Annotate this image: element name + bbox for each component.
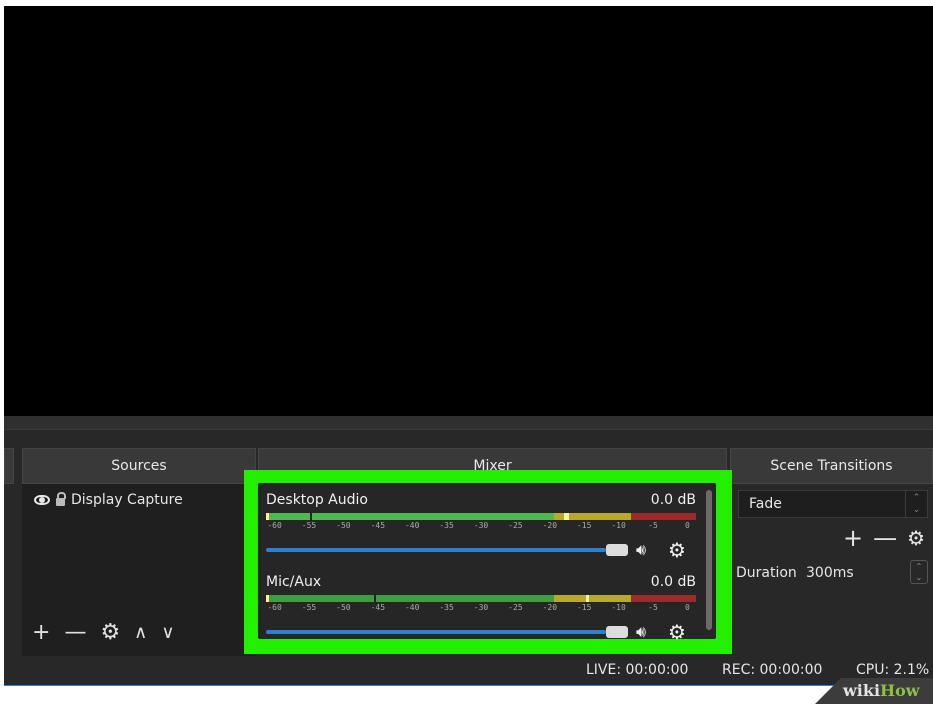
mixer-track-desktop-audio: Desktop Audio 0.0 dB -60 -55 -50 -45 -40 -35-…: [266, 491, 696, 561]
remove-transition-button[interactable]: —: [873, 526, 897, 550]
track-db: 0.0 dB: [650, 492, 696, 508]
gear-icon[interactable]: ⚙: [668, 540, 688, 560]
duration-row: Duration 300ms ⌃ ⌄: [736, 560, 928, 586]
scale-label: -50: [336, 603, 351, 612]
scale-label: -15: [576, 521, 592, 530]
gear-icon[interactable]: ⚙: [668, 622, 688, 642]
transition-selected-value: Fade: [749, 496, 782, 512]
move-up-button[interactable]: ∧: [134, 624, 147, 642]
audio-mixer: Desktop Audio 0.0 dB -60 -55 -50 -45 -40 -35-…: [258, 483, 716, 642]
status-bar: LIVE: 00:00:00 REC: 00:00:00 CPU: 2.1%: [4, 656, 933, 686]
add-transition-button[interactable]: +: [843, 526, 863, 550]
volume-slider[interactable]: [266, 548, 606, 552]
track-name: Mic/Aux: [266, 574, 322, 590]
duration-spinner-icon[interactable]: ⌃ ⌄: [910, 560, 928, 584]
scale-label: -40: [404, 603, 420, 612]
select-arrows-icon: ⌃ ⌄: [905, 491, 927, 517]
scale-label: -25: [508, 521, 523, 530]
scale-label: 0: [684, 521, 690, 530]
duration-label: Duration: [736, 565, 797, 581]
scale-label: -45: [370, 521, 386, 530]
duration-input[interactable]: 300ms: [806, 560, 854, 586]
track-db: 0.0 dB: [650, 574, 696, 590]
scale-label: -35: [439, 603, 454, 612]
source-item-display-capture[interactable]: Display Capture: [34, 491, 183, 508]
sources-toolbar: + — ⚙ ∧ ∨: [32, 622, 175, 644]
transitions-dock-title: Scene Transitions: [730, 448, 933, 484]
scale-label: -15: [576, 603, 592, 612]
speaker-icon[interactable]: 🔊︎: [636, 541, 658, 559]
eye-icon[interactable]: [34, 495, 50, 505]
scale-label: -20: [542, 603, 558, 612]
volume-slider-handle[interactable]: [606, 626, 628, 638]
scale-label: -5: [648, 603, 658, 612]
scale-label: -30: [473, 521, 489, 530]
scale-label: -40: [404, 521, 420, 530]
volume-slider[interactable]: [266, 630, 606, 634]
scale-label: -45: [370, 603, 386, 612]
remove-source-button[interactable]: —: [64, 622, 86, 644]
scale-label: -10: [611, 603, 626, 612]
meter-scale: -60 -55 -50 -45 -40 -35 -30 -25 -20 -15 -10 -5 0: [266, 603, 696, 617]
transitions-toolbar: + — ⚙: [843, 526, 925, 550]
mixer-scrollbar[interactable]: [706, 490, 712, 630]
scale-label: -10: [611, 521, 626, 530]
sources-dock-title: Sources: [22, 448, 256, 484]
rec-timer: REC: 00:00:00: [722, 662, 823, 678]
lock-icon[interactable]: [56, 491, 66, 507]
volume-meter: [266, 512, 696, 521]
volume-slider-handle[interactable]: [606, 544, 628, 556]
live-timer: LIVE: 00:00:00: [586, 662, 689, 678]
cpu-usage: CPU: 2.1%: [856, 662, 930, 678]
add-source-button[interactable]: +: [32, 622, 50, 644]
scale-label: -25: [508, 603, 523, 612]
scale-label: 0: [684, 603, 690, 612]
track-name: Desktop Audio: [266, 492, 368, 508]
scale-label: -20: [542, 521, 558, 530]
source-properties-gear-icon[interactable]: ⚙: [100, 622, 120, 644]
scale-label: -50: [336, 521, 351, 530]
mixer-track-mic-aux: Mic/Aux 0.0 dB -60 -55 -50 -45 -40 -35 -30 -25-…: [266, 573, 696, 643]
scale-label: -55: [301, 521, 317, 530]
scene-transitions-panel: Fade ⌃ ⌄ + — ⚙ Duration 300ms ⌃ ⌄: [730, 484, 933, 656]
transition-select[interactable]: Fade ⌃ ⌄: [738, 490, 928, 518]
transition-gear-icon[interactable]: ⚙: [907, 528, 925, 548]
scenes-dock-header-stub: [4, 448, 14, 484]
scale-label: -35: [439, 521, 454, 530]
scale-label: -60: [267, 521, 282, 530]
scale-label: -30: [473, 603, 489, 612]
sources-list: Display Capture + — ⚙ ∧ ∨: [22, 484, 256, 656]
meter-scale: -60 -55 -50 -45 -40 -35 -30 -25 -20 -15 -10 -5 0: [266, 521, 696, 535]
dock-splitter[interactable]: [4, 416, 933, 430]
scale-label: -60: [267, 603, 282, 612]
source-label: Display Capture: [71, 492, 183, 508]
scale-label: -55: [301, 603, 317, 612]
preview-canvas: [4, 6, 933, 416]
speaker-icon[interactable]: 🔊︎: [636, 623, 658, 641]
scale-label: -5: [648, 521, 658, 530]
volume-meter: [266, 594, 696, 603]
move-down-button[interactable]: ∨: [161, 624, 174, 642]
